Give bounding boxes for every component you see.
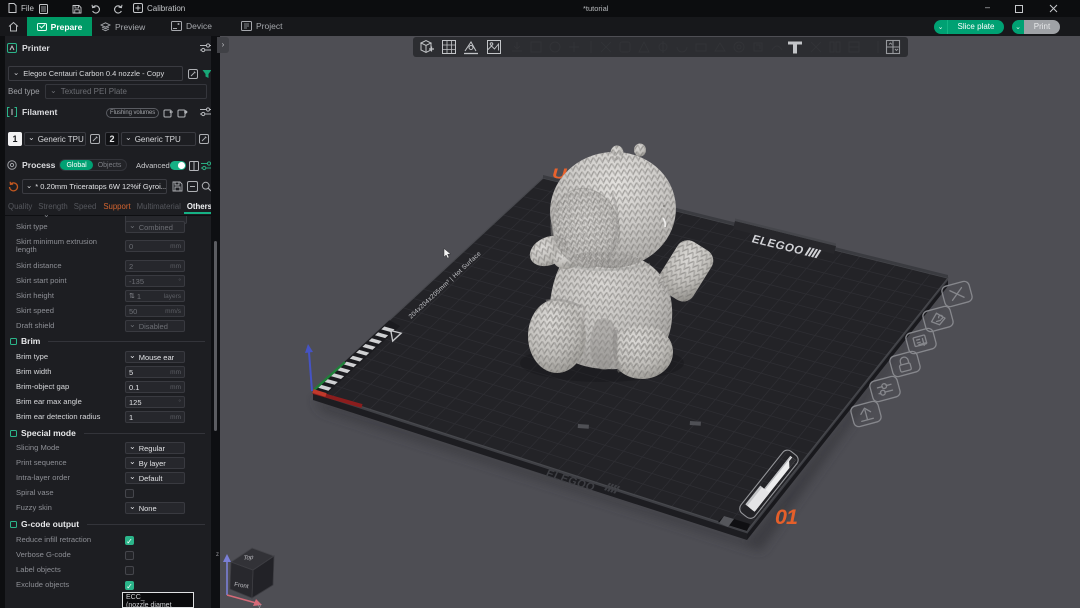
svg-text:z: z: [216, 552, 219, 558]
svg-text:01: 01: [775, 505, 797, 529]
svg-text:y: y: [258, 604, 261, 608]
